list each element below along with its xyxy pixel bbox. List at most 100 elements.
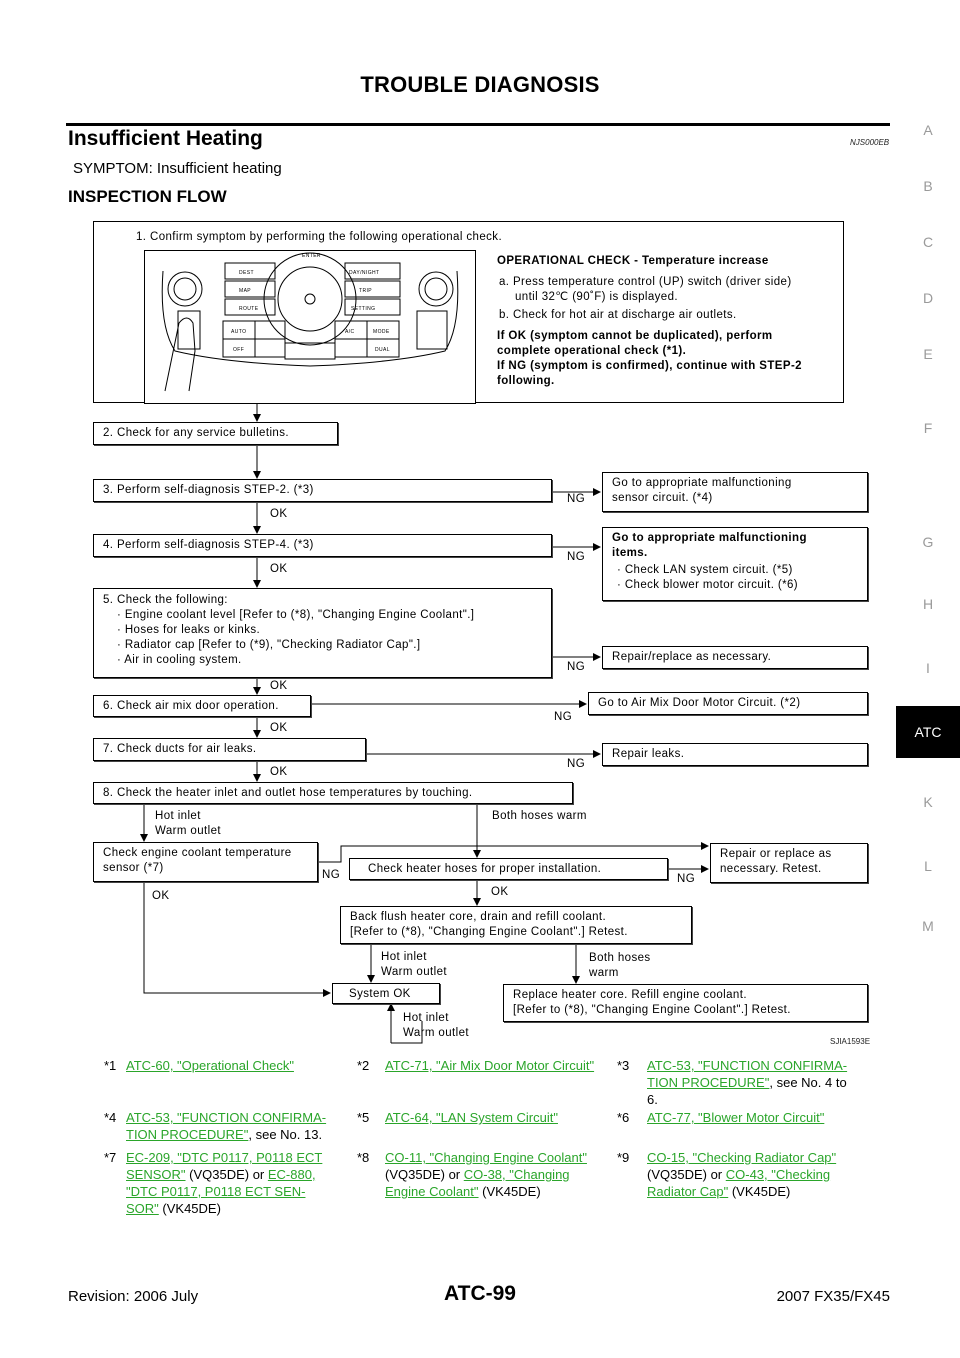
ref-8-link-c[interactable]: Engine Coolant" [385, 1184, 479, 1199]
operational-check-title: OPERATIONAL CHECK - Temperature increase [497, 255, 769, 267]
panel-label-mode: MODE [373, 329, 390, 335]
step-b: b. Check for hot air at discharge air ou… [499, 309, 737, 321]
ok-label: OK [270, 563, 288, 575]
ref-7-link-a[interactable]: EC-209, "DTC P0117, P0118 ECT [126, 1150, 322, 1165]
panel-label-dest: DEST [239, 270, 254, 276]
ok-label: OK [270, 508, 288, 520]
step-5-item-2: · Hoses for leaks or kinks. [117, 624, 261, 636]
replace-core-line-1: Replace heater core. Refill engine coola… [513, 989, 747, 1001]
step-6-text: 6. Check air mix door operation. [103, 700, 279, 712]
heater-hoses-text: Check heater hoses for proper installati… [368, 863, 602, 875]
ref-3-link-a[interactable]: ATC-53, "FUNCTION CONFIRMA- [647, 1058, 847, 1073]
panel-label-auto: AUTO [231, 329, 246, 335]
ok-label: OK [491, 886, 509, 898]
step-6-box: 6. Check air mix door operation. [93, 695, 311, 717]
step-1-title: 1. Confirm symptom by performing the fol… [136, 231, 503, 243]
step-3-text: 3. Perform self-diagnosis STEP-2. (*3) [103, 484, 314, 496]
arrow-ect-ok [143, 882, 331, 997]
repair-replace-line-2: necessary. Retest. [720, 863, 822, 875]
step-5-item-4: · Air in cooling system. [117, 654, 242, 666]
panel-label-enter: ENTER [302, 253, 321, 259]
step-6-ng-text: Go to Air Mix Door Motor Circuit. (*2) [598, 697, 801, 709]
ok-label: OK [270, 680, 288, 692]
step-4-ng-item-1: · Check LAN system circuit. (*5) [617, 564, 793, 576]
left-knob [167, 271, 203, 307]
passenger-temp-switch [416, 310, 448, 350]
ref-3-suffix-2: 6. [647, 1092, 658, 1107]
step-4-text: 4. Perform self-diagnosis STEP-4. (*3) [103, 539, 314, 551]
step-4-ng-title-1: Go to appropriate malfunctioning [612, 532, 807, 544]
ref-7-link-e[interactable]: SOR" [126, 1201, 159, 1216]
ref-9-link-c[interactable]: Radiator Cap" [647, 1184, 728, 1199]
ref-num-5: *5 [357, 1110, 370, 1125]
heater-hoses-box: Check heater hoses for proper installati… [349, 858, 668, 880]
ref-1-link[interactable]: ATC-60, "Operational Check" [126, 1058, 294, 1073]
ref-8-link-b[interactable]: CO-38, "Changing [464, 1167, 570, 1182]
ref-4-link-b[interactable]: TION PROCEDURE" [126, 1127, 248, 1142]
step-5-ng-text: Repair/replace as necessary. [612, 651, 772, 663]
step-3-ng-line-2: sensor circuit. (*4) [612, 492, 713, 504]
ref-3-suffix: , see No. 4 to [769, 1075, 847, 1090]
ref-9-suffix: (VK45DE) [728, 1184, 791, 1199]
back-flush-line-1: Back flush heater core, drain and refill… [350, 911, 607, 923]
ok-label: OK [270, 722, 288, 734]
ref-5-link[interactable]: ATC-64, "LAN System Circuit" [385, 1110, 558, 1125]
ref-9: CO-15, "Checking Radiator Cap" (VQ35DE) … [647, 1149, 836, 1200]
result-line-3: If NG (symptom is confirmed), continue w… [497, 360, 802, 372]
warm-label: warm [589, 967, 619, 979]
step-7-box: 7. Check ducts for air leaks. [93, 738, 366, 761]
ng-label: NG [567, 551, 586, 563]
ref-9-link-b[interactable]: CO-43, "Checking [726, 1167, 830, 1182]
ref-9-mid: (VQ35DE) or [647, 1167, 726, 1182]
ref-7-mid: (VQ35DE) or [185, 1167, 268, 1182]
step-4-ng-title-2: items. [612, 547, 648, 559]
ref-5: ATC-64, "LAN System Circuit" [385, 1109, 558, 1126]
step-1-box: 1. Confirm symptom by performing the fol… [93, 221, 844, 404]
hot-inlet-label: Hot inlet [381, 951, 427, 963]
ref-2-link[interactable]: ATC-71, "Air Mix Door Motor Circuit" [385, 1058, 594, 1073]
panel-label-ac: A/C [345, 329, 355, 335]
ref-8-link-a[interactable]: CO-11, "Changing Engine Coolant" [385, 1150, 587, 1165]
ect-sensor-box: Check engine coolant temperature sensor … [93, 842, 318, 882]
ref-7: EC-209, "DTC P0117, P0118 ECT SENSOR" (V… [126, 1149, 322, 1217]
warm-outlet-label: Warm outlet [155, 825, 221, 837]
step-4-box: 4. Perform self-diagnosis STEP-4. (*3) [93, 534, 552, 557]
ref-8-mid: (VQ35DE) or [385, 1167, 464, 1182]
step-a-line-1: a. Press temperature control (UP) switch… [499, 276, 792, 288]
ref-num-2: *2 [357, 1058, 370, 1073]
step-5-title: 5. Check the following: [103, 594, 228, 606]
result-line-2: complete operational check (*1). [497, 345, 687, 357]
ref-6-link[interactable]: ATC-77, "Blower Motor Circuit" [647, 1110, 824, 1125]
ref-num-7: *7 [104, 1150, 117, 1165]
warm-outlet-label: Warm outlet [403, 1027, 469, 1039]
repair-replace-line-1: Repair or replace as [720, 848, 832, 860]
ref-4-suffix: , see No. 13. [248, 1127, 323, 1142]
repair-replace-box: Repair or replace as necessary. Retest. [710, 843, 868, 883]
figure-id: SJIA1593E [830, 1037, 871, 1046]
step-5-ng-box: Repair/replace as necessary. [602, 646, 868, 669]
ref-1: ATC-60, "Operational Check" [126, 1057, 294, 1074]
dial-center [304, 293, 316, 305]
ref-9-link-a[interactable]: CO-15, "Checking Radiator Cap" [647, 1150, 836, 1165]
ect-sensor-line-2: sensor (*7) [103, 862, 164, 874]
step-5-item-1: · Engine coolant level [Refer to (*8), "… [117, 609, 475, 621]
ref-7-link-b[interactable]: SENSOR" [126, 1167, 186, 1182]
footer-model: 2007 FX35/FX45 [776, 1288, 890, 1305]
ref-num-6: *6 [617, 1110, 630, 1125]
replace-heater-core-box: Replace heater core. Refill engine coola… [503, 984, 868, 1022]
step-8-box: 8. Check the heater inlet and outlet hos… [93, 782, 573, 804]
ref-3-link-b[interactable]: TION PROCEDURE" [647, 1075, 769, 1090]
hot-inlet-label: Hot inlet [403, 1012, 449, 1024]
ref-3: ATC-53, "FUNCTION CONFIRMA- TION PROCEDU… [647, 1057, 847, 1108]
ref-7-link-d[interactable]: "DTC P0117, P0118 ECT SEN- [126, 1184, 305, 1199]
step-7-ng-box: Repair leaks. [602, 743, 868, 766]
system-ok-box: System OK [332, 983, 440, 1004]
step-7-text: 7. Check ducts for air leaks. [103, 743, 257, 755]
ref-4-link-a[interactable]: ATC-53, "FUNCTION CONFIRMA- [126, 1110, 326, 1125]
ref-8: CO-11, "Changing Engine Coolant" (VQ35DE… [385, 1149, 587, 1200]
system-ok-text: System OK [349, 988, 411, 1000]
ng-label: NG [322, 869, 341, 881]
ect-sensor-line-1: Check engine coolant temperature [103, 847, 292, 859]
ref-7-link-c[interactable]: EC-880, [268, 1167, 316, 1182]
step-4-ng-box: Go to appropriate malfunctioning items. … [602, 527, 868, 601]
